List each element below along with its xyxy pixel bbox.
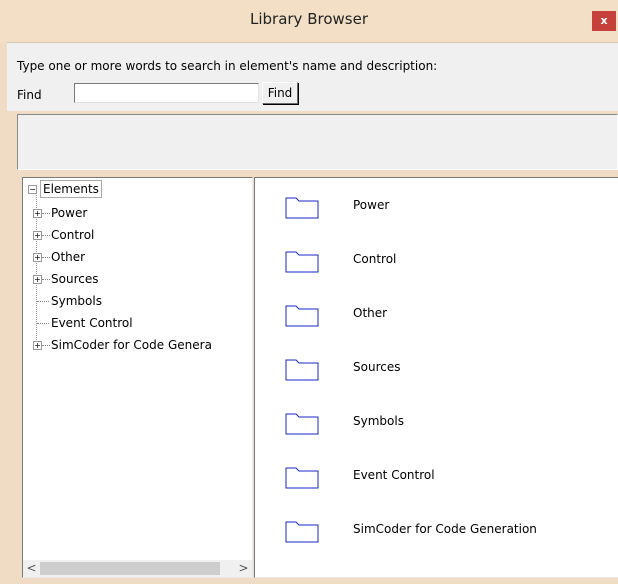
window-title: Library Browser bbox=[249, 10, 368, 28]
tree-item-label: Power bbox=[51, 206, 88, 220]
tree-connector bbox=[42, 345, 50, 346]
folder-icon bbox=[285, 305, 319, 327]
tree-item-sources[interactable]: + Sources bbox=[23, 271, 252, 287]
window-bottom-border bbox=[0, 578, 618, 584]
folder-icon bbox=[285, 197, 319, 219]
find-label: Find bbox=[17, 88, 42, 102]
tree-connector bbox=[42, 235, 50, 236]
tree-connector bbox=[37, 301, 49, 302]
list-item-label: Control bbox=[353, 252, 397, 266]
folder-icon bbox=[285, 413, 319, 435]
tree-item-label: Control bbox=[51, 228, 95, 242]
expand-icon[interactable]: + bbox=[33, 209, 42, 218]
folder-icon bbox=[285, 467, 319, 489]
tree-item-label: Symbols bbox=[51, 294, 102, 308]
element-list: Power Control Other Sources Symbols Even… bbox=[254, 177, 618, 578]
title-bar[interactable]: Library Browser x bbox=[0, 0, 618, 42]
tree-item-label: Sources bbox=[51, 272, 99, 286]
tree-connector bbox=[42, 213, 50, 214]
expand-icon[interactable]: + bbox=[33, 341, 42, 350]
find-input[interactable] bbox=[74, 83, 259, 103]
tree-item-control[interactable]: + Control bbox=[23, 227, 252, 243]
expand-icon[interactable]: + bbox=[33, 275, 42, 284]
horizontal-scrollbar[interactable]: < > bbox=[23, 560, 252, 577]
description-panel bbox=[17, 114, 618, 170]
tree-item-label: Event Control bbox=[51, 316, 133, 330]
collapse-icon[interactable]: − bbox=[28, 185, 37, 194]
search-instructions: Type one or more words to search in elem… bbox=[17, 59, 438, 73]
list-item-label: Power bbox=[353, 198, 390, 212]
find-button[interactable]: Find bbox=[262, 82, 298, 104]
tree-item-event-control[interactable]: Event Control bbox=[23, 315, 252, 331]
folder-icon bbox=[285, 521, 319, 543]
scroll-left-arrow-icon[interactable]: < bbox=[23, 560, 40, 577]
tree-item-label: Other bbox=[51, 250, 86, 264]
list-item-label: Other bbox=[353, 306, 388, 320]
list-item-label: Event Control bbox=[353, 468, 435, 482]
tree-item-other[interactable]: + Other bbox=[23, 249, 252, 265]
scroll-right-arrow-icon[interactable]: > bbox=[235, 560, 252, 577]
element-tree[interactable]: − Elements + Power + Control + Other + S… bbox=[22, 177, 253, 578]
tree-item-symbols[interactable]: Symbols bbox=[23, 293, 252, 309]
expand-icon[interactable]: + bbox=[33, 231, 42, 240]
tree-connector bbox=[42, 257, 50, 258]
close-button[interactable]: x bbox=[592, 11, 616, 31]
list-item-label: SimCoder for Code Generation bbox=[353, 522, 537, 536]
tree-connector bbox=[42, 279, 50, 280]
expand-icon[interactable]: + bbox=[33, 253, 42, 262]
search-panel: Type one or more words to search in elem… bbox=[7, 42, 618, 111]
library-browser-window: Library Browser x Type one or more words… bbox=[0, 0, 618, 584]
scroll-thumb[interactable] bbox=[40, 562, 220, 575]
list-item-label: Symbols bbox=[353, 414, 404, 428]
list-item-label: Sources bbox=[353, 360, 401, 374]
tree-item-power[interactable]: + Power bbox=[23, 205, 252, 221]
tree-item-label: SimCoder for Code Genera bbox=[51, 338, 212, 352]
tree-root-label[interactable]: Elements bbox=[40, 180, 102, 198]
tree-connector bbox=[37, 323, 49, 324]
folder-icon bbox=[285, 251, 319, 273]
folder-icon bbox=[285, 359, 319, 381]
tree-item-simcoder[interactable]: + SimCoder for Code Genera bbox=[23, 337, 252, 353]
